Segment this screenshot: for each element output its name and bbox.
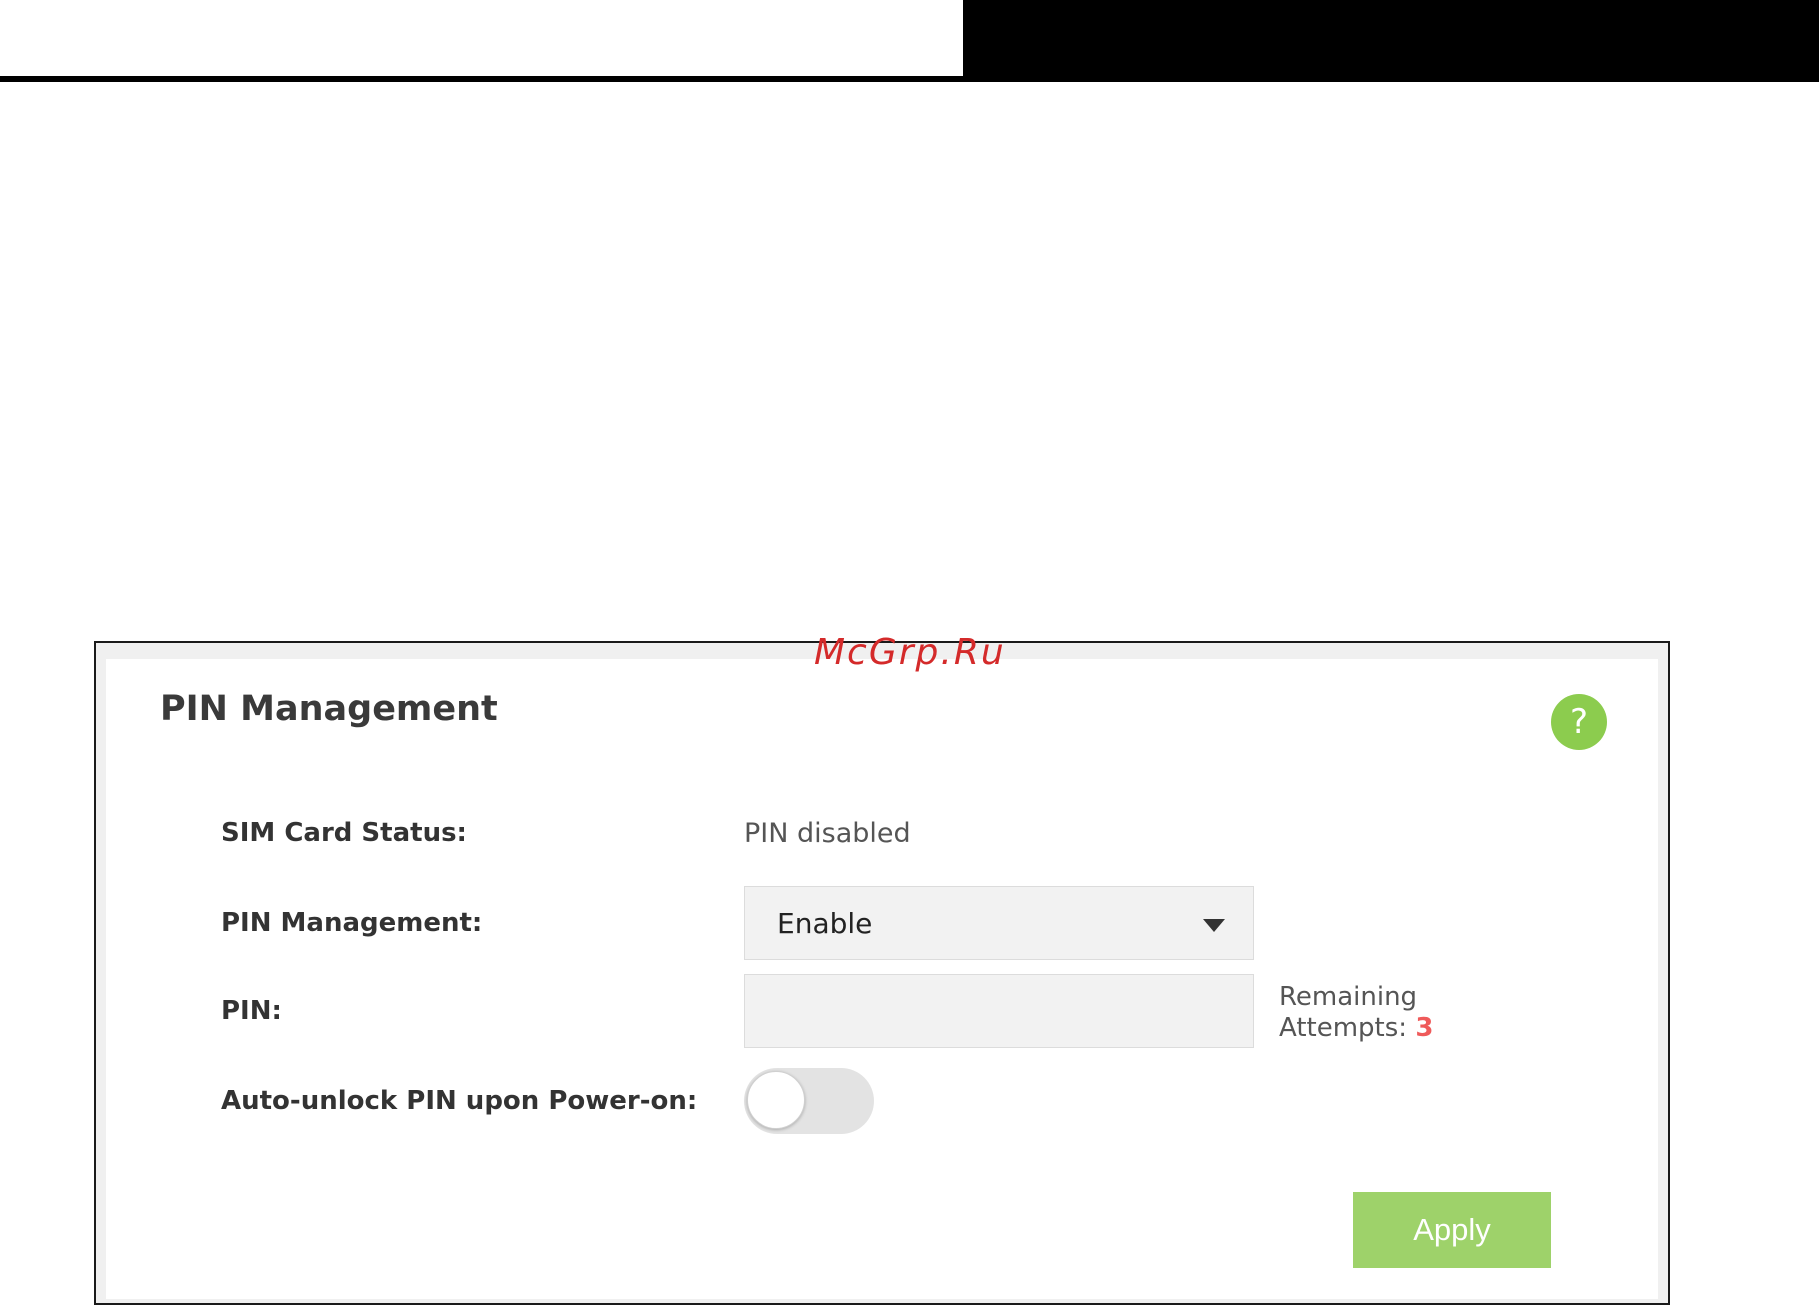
remaining-attempts-line1: Remaining bbox=[1279, 982, 1418, 1012]
pin-management-label: PIN Management: bbox=[221, 908, 483, 938]
question-mark-icon[interactable]: ? bbox=[1551, 694, 1607, 750]
remaining-attempts-count: 3 bbox=[1415, 1013, 1434, 1043]
auto-unlock-label: Auto-unlock PIN upon Power-on: bbox=[221, 1086, 698, 1116]
remaining-attempts: Remaining Attempts: 3 bbox=[1279, 982, 1433, 1044]
watermark-text: McGrp.Ru bbox=[814, 632, 1006, 673]
pin-input[interactable] bbox=[744, 974, 1254, 1048]
chevron-down-icon bbox=[1203, 919, 1225, 932]
remaining-attempts-line2: Attempts: bbox=[1279, 1013, 1408, 1043]
apply-button[interactable]: Apply bbox=[1353, 1192, 1551, 1268]
header-rule bbox=[0, 76, 1819, 82]
pin-management-selected-value: Enable bbox=[777, 907, 873, 940]
page-title: PIN Management bbox=[160, 689, 498, 729]
header-black-block bbox=[963, 0, 1819, 80]
auto-unlock-toggle[interactable] bbox=[744, 1068, 874, 1134]
sim-status-label: SIM Card Status: bbox=[221, 818, 467, 848]
pin-label: PIN: bbox=[221, 996, 282, 1026]
toggle-knob bbox=[747, 1071, 805, 1129]
sim-status-value: PIN disabled bbox=[744, 818, 911, 849]
pin-management-select[interactable]: Enable bbox=[744, 886, 1254, 960]
